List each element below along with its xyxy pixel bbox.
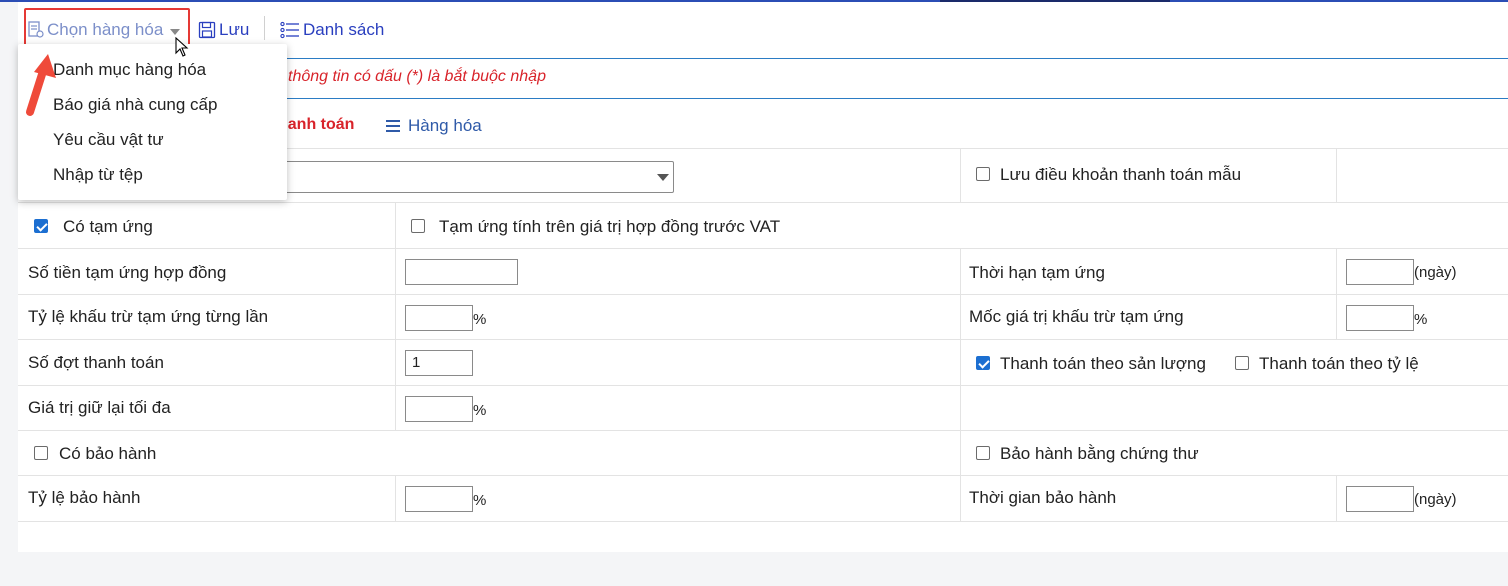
payment-template-select[interactable] (278, 161, 674, 193)
col-divider (395, 203, 396, 249)
days-unit: (ngày) (1414, 264, 1457, 281)
col-divider (395, 386, 396, 431)
list-icon (280, 21, 299, 39)
save-label: Lưu (219, 20, 250, 39)
col-divider (960, 386, 961, 431)
percent-unit: % (473, 402, 487, 419)
installments-input[interactable]: 1 (405, 350, 473, 376)
col-divider (395, 340, 396, 386)
pay-by-rate-label: Thanh toán theo tỷ lệ (1259, 354, 1419, 373)
deduction-threshold-label: Mốc giá trị khấu trừ tạm ứng (969, 307, 1184, 326)
col-divider (395, 295, 396, 340)
col-divider (395, 249, 396, 295)
form-row-advance-amount: Số tiền tạm ứng hợp đồng Thời hạn tạm ứn… (18, 248, 1508, 295)
tab-goods[interactable]: Hàng hóa (386, 116, 482, 136)
advance-term-input[interactable] (1346, 259, 1414, 285)
col-divider (960, 431, 961, 476)
col-divider (1336, 249, 1337, 295)
days-unit: (ngày) (1414, 491, 1457, 508)
form-row-warranty: Có bảo hành Bảo hành bằng chứng thư (18, 430, 1508, 476)
warranty-period-input[interactable] (1346, 486, 1414, 512)
advance-amount-label: Số tiền tạm ứng hợp đồng (28, 263, 227, 282)
chevron-down-icon (657, 174, 669, 181)
warranty-rate-label: Tỷ lệ bảo hành (28, 488, 141, 507)
mouse-cursor-icon (175, 37, 189, 57)
percent-unit: % (473, 492, 487, 509)
col-divider (1336, 149, 1337, 203)
retention-label: Giá trị giữ lại tối đa (28, 398, 171, 417)
menu-icon (386, 120, 400, 132)
tab-payment-terms[interactable]: hanh toán (278, 116, 354, 134)
save-template-label: Lưu điều khoản thanh toán mẫu (1000, 165, 1242, 184)
form-row-installments: Số đợt thanh toán 1 Thanh toán theo sản … (18, 339, 1508, 386)
advance-term-label: Thời hạn tạm ứng (969, 263, 1105, 282)
percent-unit: % (1414, 311, 1428, 328)
menu-item-supplier-quote[interactable]: Báo giá nhà cung cấp (53, 95, 217, 115)
form-row-warranty-rate: Tỷ lệ bảo hành % Thời gian bảo hành (ngà… (18, 475, 1508, 522)
warranty-period-label: Thời gian bảo hành (969, 488, 1117, 507)
col-divider (960, 149, 961, 203)
advance-before-vat-label: Tạm ứng tính trên giá trị hợp đồng trước… (439, 217, 781, 236)
deduction-threshold-input[interactable] (1346, 305, 1414, 331)
col-divider (395, 476, 396, 521)
col-divider (1336, 295, 1337, 340)
col-divider (960, 340, 961, 386)
pay-by-output-label: Thanh toán theo sản lượng (1000, 354, 1206, 373)
menu-item-import-file[interactable]: Nhập từ tệp (53, 165, 143, 185)
col-divider (960, 476, 961, 521)
required-fields-notice: thông tin có dấu (*) là bắt buộc nhập (288, 68, 546, 85)
form-row-deduction: Tỷ lệ khấu trừ tạm ứng từng lần % Mốc gi… (18, 294, 1508, 340)
advance-label: Có tạm ứng (63, 217, 153, 236)
pay-by-output-checkbox[interactable] (976, 356, 990, 370)
warranty-label: Có bảo hành (59, 444, 157, 463)
warranty-rate-input[interactable] (405, 486, 473, 512)
retention-input[interactable] (405, 396, 473, 422)
form-row-retention: Giá trị giữ lại tối đa % (18, 385, 1508, 431)
menu-item-material-request[interactable]: Yêu cầu vật tư (53, 130, 164, 150)
save-icon (198, 21, 216, 39)
col-divider (1336, 476, 1337, 521)
warranty-certificate-label: Bảo hành bằng chứng thư (1000, 444, 1199, 463)
annotation-arrow-icon (26, 54, 56, 116)
save-button[interactable]: Lưu (198, 20, 249, 40)
advance-checkbox[interactable] (34, 219, 48, 233)
choose-goods-menu: Danh mục hàng hóa Báo giá nhà cung cấp Y… (18, 44, 287, 200)
deduction-rate-input[interactable] (405, 305, 473, 331)
installments-label: Số đợt thanh toán (28, 353, 164, 372)
list-label: Danh sách (303, 20, 385, 39)
toolbar-divider (264, 16, 265, 40)
percent-unit: % (473, 311, 487, 328)
tab-goods-label: Hàng hóa (408, 116, 482, 135)
form-row-advance: Có tạm ứng Tạm ứng tính trên giá trị hợp… (18, 202, 1508, 249)
list-button[interactable]: Danh sách (280, 20, 384, 40)
warranty-certificate-checkbox[interactable] (976, 446, 990, 460)
pay-by-rate-checkbox[interactable] (1235, 356, 1249, 370)
menu-item-goods-catalog[interactable]: Danh mục hàng hóa (53, 60, 206, 80)
save-template-checkbox[interactable] (976, 167, 990, 181)
advance-before-vat-checkbox[interactable] (411, 219, 425, 233)
warranty-checkbox[interactable] (34, 446, 48, 460)
advance-amount-input[interactable] (405, 259, 518, 285)
deduction-rate-label: Tỷ lệ khấu trừ tạm ứng từng lần (28, 307, 269, 326)
col-divider (960, 295, 961, 340)
col-divider (960, 249, 961, 295)
